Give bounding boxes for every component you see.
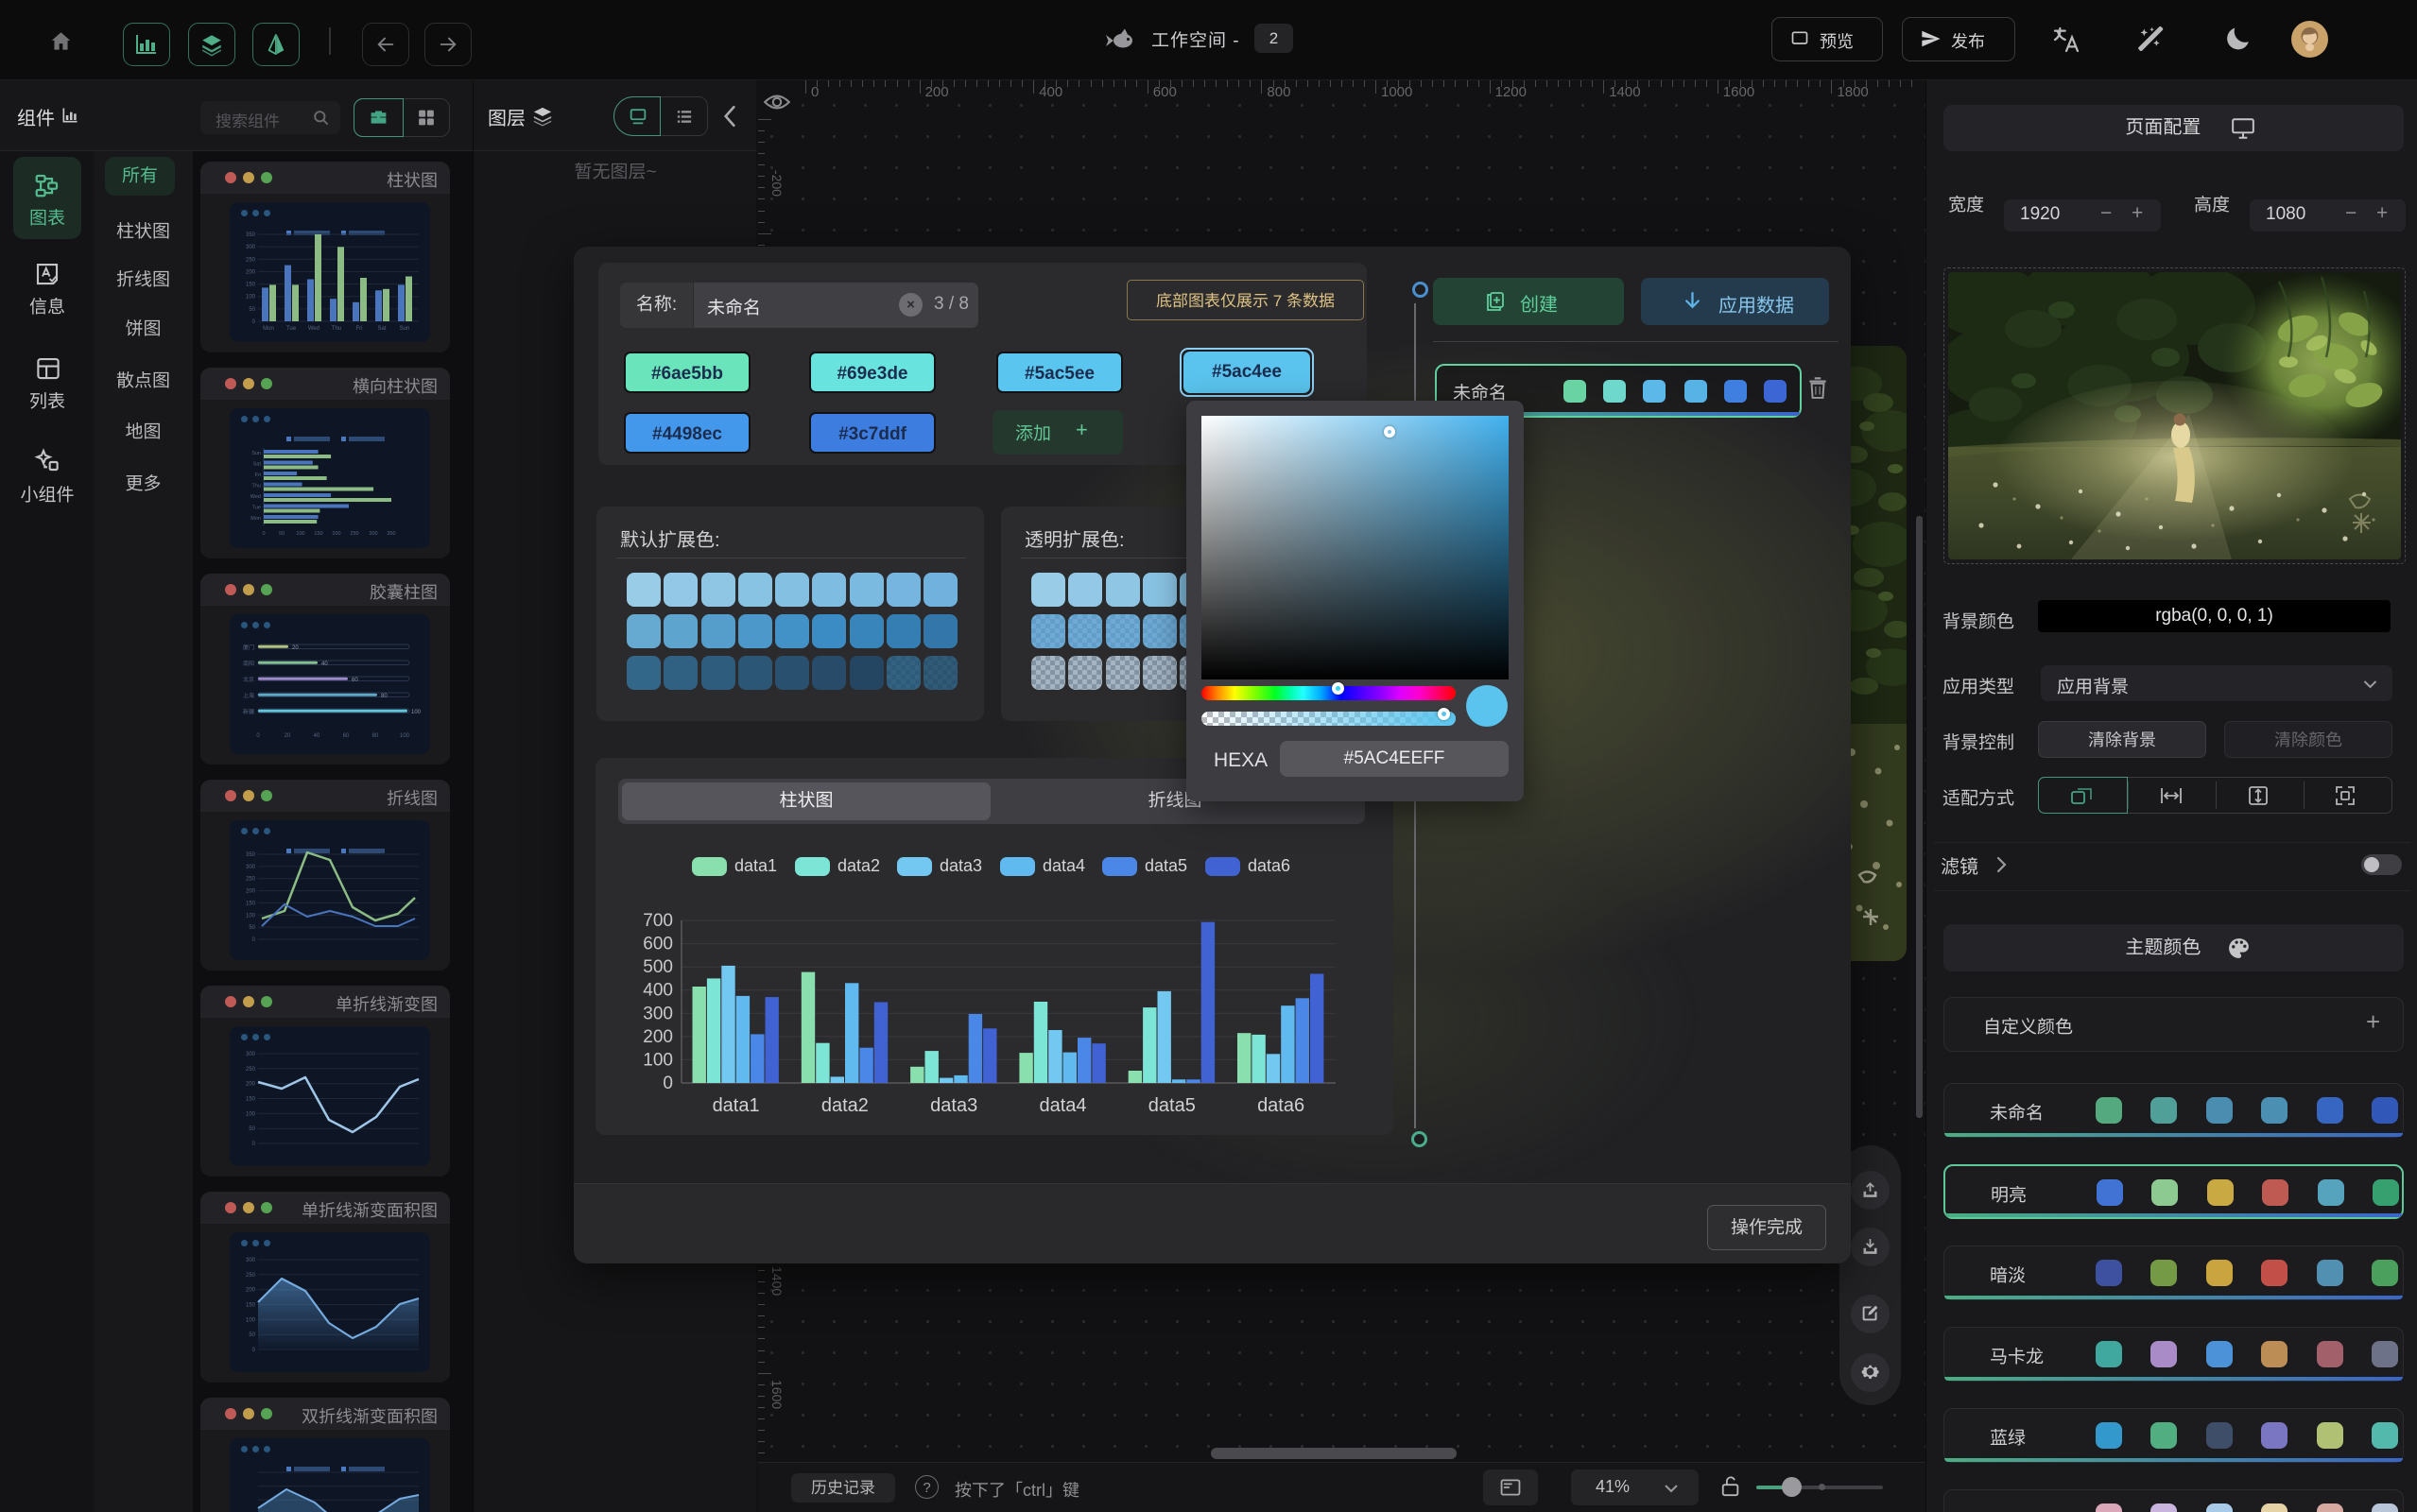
svg-text:100: 100 bbox=[246, 295, 256, 301]
svg-text:Fri: Fri bbox=[255, 472, 261, 478]
svg-text:60: 60 bbox=[352, 678, 358, 683]
svg-text:250: 250 bbox=[246, 1067, 256, 1073]
svg-text:150: 150 bbox=[246, 1097, 256, 1103]
svg-text:100: 100 bbox=[246, 1111, 256, 1117]
svg-text:250: 250 bbox=[246, 877, 256, 883]
svg-text:200: 200 bbox=[332, 531, 340, 537]
svg-text:300: 300 bbox=[643, 1004, 673, 1023]
svg-text:data4: data4 bbox=[1039, 1095, 1086, 1116]
svg-text:Wed: Wed bbox=[308, 326, 319, 332]
svg-text:Sat: Sat bbox=[253, 462, 262, 468]
svg-text:0: 0 bbox=[252, 1142, 256, 1147]
svg-text:0: 0 bbox=[252, 319, 256, 325]
svg-text:500: 500 bbox=[643, 957, 673, 977]
svg-text:Tue: Tue bbox=[286, 326, 297, 332]
svg-text:20: 20 bbox=[292, 645, 299, 651]
svg-text:300: 300 bbox=[246, 1258, 256, 1263]
svg-text:0: 0 bbox=[663, 1074, 673, 1093]
svg-text:100: 100 bbox=[246, 1317, 256, 1323]
svg-text:100: 100 bbox=[411, 710, 422, 715]
svg-text:150: 150 bbox=[246, 1303, 256, 1309]
svg-text:600: 600 bbox=[643, 935, 673, 954]
svg-text:50: 50 bbox=[279, 531, 285, 537]
svg-text:150: 150 bbox=[314, 531, 322, 537]
svg-text:200: 200 bbox=[643, 1027, 673, 1047]
svg-text:Thu: Thu bbox=[252, 484, 261, 490]
svg-text:0: 0 bbox=[262, 531, 265, 537]
svg-text:700: 700 bbox=[643, 911, 673, 931]
svg-text:0: 0 bbox=[252, 937, 256, 943]
svg-text:data5: data5 bbox=[1148, 1095, 1196, 1116]
svg-text:150: 150 bbox=[246, 283, 256, 288]
svg-text:250: 250 bbox=[350, 531, 358, 537]
svg-text:data2: data2 bbox=[821, 1095, 869, 1116]
svg-text:200: 200 bbox=[246, 889, 256, 895]
svg-text:data1: data1 bbox=[713, 1095, 760, 1116]
svg-text:100: 100 bbox=[296, 531, 304, 537]
svg-text:Sun: Sun bbox=[251, 451, 261, 456]
svg-text:250: 250 bbox=[246, 1273, 256, 1279]
svg-text:350: 350 bbox=[246, 852, 256, 858]
svg-text:Thu: Thu bbox=[332, 326, 341, 332]
svg-text:Mon: Mon bbox=[263, 326, 274, 332]
svg-text:50: 50 bbox=[249, 925, 255, 931]
svg-text:200: 200 bbox=[246, 1082, 256, 1088]
svg-text:100: 100 bbox=[643, 1050, 673, 1070]
svg-text:300: 300 bbox=[246, 245, 256, 250]
svg-text:Tue: Tue bbox=[252, 506, 261, 511]
svg-text:300: 300 bbox=[246, 865, 256, 870]
svg-text:80: 80 bbox=[381, 694, 388, 699]
svg-text:新疆: 新疆 bbox=[243, 708, 254, 715]
svg-text:250: 250 bbox=[246, 257, 256, 263]
svg-text:40: 40 bbox=[314, 733, 320, 739]
svg-text:200: 200 bbox=[246, 1288, 256, 1294]
svg-text:350: 350 bbox=[246, 232, 256, 238]
svg-text:300: 300 bbox=[246, 1052, 256, 1057]
svg-text:50: 50 bbox=[249, 1332, 255, 1338]
svg-text:50: 50 bbox=[249, 307, 255, 313]
svg-text:Wed: Wed bbox=[250, 494, 261, 500]
svg-text:0: 0 bbox=[256, 733, 260, 739]
svg-text:北京: 北京 bbox=[243, 676, 254, 683]
svg-text:Mon: Mon bbox=[250, 516, 261, 522]
svg-text:100: 100 bbox=[246, 913, 256, 919]
svg-text:上海: 上海 bbox=[243, 692, 254, 699]
svg-text:data6: data6 bbox=[1257, 1095, 1304, 1116]
svg-text:400: 400 bbox=[643, 981, 673, 1001]
svg-text:厦门: 厦门 bbox=[243, 644, 254, 651]
svg-text:50: 50 bbox=[249, 1126, 255, 1132]
svg-text:Fri: Fri bbox=[356, 326, 363, 332]
svg-text:data3: data3 bbox=[930, 1095, 977, 1116]
svg-text:200: 200 bbox=[246, 269, 256, 275]
svg-text:60: 60 bbox=[343, 733, 350, 739]
svg-text:40: 40 bbox=[321, 662, 328, 667]
svg-text:300: 300 bbox=[369, 531, 377, 537]
svg-text:Sun: Sun bbox=[400, 326, 410, 332]
svg-text:100: 100 bbox=[400, 733, 410, 739]
svg-text:20: 20 bbox=[285, 733, 291, 739]
svg-text:80: 80 bbox=[372, 733, 379, 739]
svg-text:南阳: 南阳 bbox=[243, 660, 254, 667]
svg-text:150: 150 bbox=[246, 901, 256, 906]
svg-text:0: 0 bbox=[252, 1348, 256, 1353]
svg-text:350: 350 bbox=[387, 531, 395, 537]
svg-text:Sat: Sat bbox=[377, 326, 386, 332]
